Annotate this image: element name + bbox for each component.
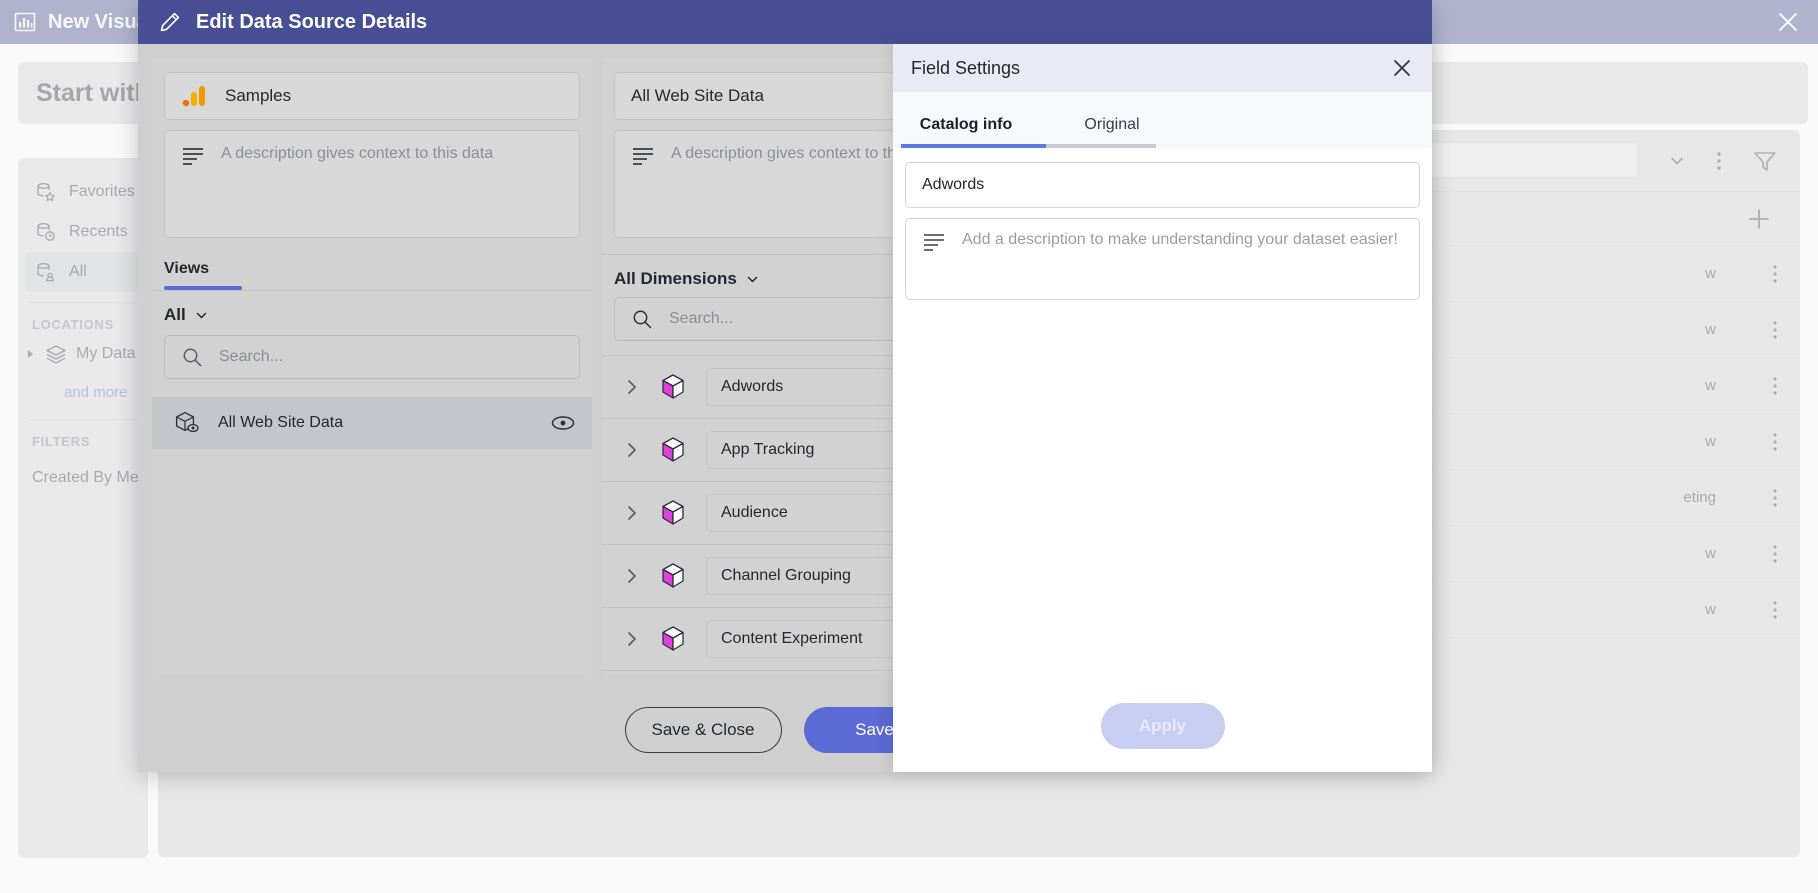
chevron-down-icon [745, 272, 760, 287]
field-settings-body: Adwords Add a description to make unders… [893, 148, 1432, 680]
source-description-placeholder: A description gives context to this data [221, 145, 494, 162]
save-and-close-button[interactable]: Save & Close [624, 707, 782, 753]
search-icon [181, 346, 203, 368]
dimensions-search-placeholder: Search... [669, 310, 734, 327]
modal-header: Edit Data Source Details [138, 0, 1432, 44]
cube-icon [660, 625, 686, 653]
source-name-card[interactable]: Samples [164, 72, 580, 120]
cube-icon [660, 373, 686, 401]
chevron-right-icon[interactable] [624, 630, 640, 648]
views-filter-dropdown[interactable]: All [152, 291, 592, 335]
list-item[interactable]: All Web Site Data [152, 397, 592, 449]
chevron-right-icon[interactable] [624, 378, 640, 396]
field-settings-header: Field Settings [893, 44, 1432, 92]
views-search-input[interactable]: Search... [164, 335, 580, 379]
apply-button[interactable]: Apply [1100, 703, 1225, 749]
source-name: Samples [225, 86, 292, 105]
source-description-field[interactable]: A description gives context to this data [164, 130, 580, 238]
chevron-right-icon[interactable] [624, 504, 640, 522]
description-lines-icon [631, 145, 655, 167]
field-settings-title: Field Settings [911, 57, 1021, 78]
description-lines-icon [922, 231, 946, 253]
field-description-placeholder: Add a description to make understanding … [962, 231, 1398, 248]
field-settings-footer: Apply [893, 680, 1432, 772]
field-settings-panel: Field Settings Catalog info Original Adw… [893, 44, 1432, 772]
modal-title: Edit Data Source Details [196, 10, 428, 33]
dimensions-label: All Dimensions [614, 269, 737, 288]
views-tab[interactable]: Views [152, 260, 592, 290]
field-name-input[interactable]: Adwords [905, 162, 1420, 208]
field-name-value: Adwords [922, 176, 985, 193]
source-panel: Samples A description gives context to t… [152, 58, 592, 674]
view-name: All Web Site Data [218, 414, 344, 431]
pencil-icon [158, 10, 182, 34]
chevron-right-icon[interactable] [624, 567, 640, 585]
views-search-placeholder: Search... [219, 348, 284, 365]
tab-underline-active [901, 144, 1046, 148]
chevron-down-icon [194, 308, 209, 323]
view-description-placeholder: A description gives context to this [671, 145, 908, 162]
field-settings-tabs: Catalog info Original [893, 92, 1432, 148]
views-tab-label: Views [164, 260, 210, 277]
eye-icon[interactable] [550, 413, 576, 433]
field-description-input[interactable]: Add a description to make understanding … [905, 218, 1420, 300]
description-lines-icon [181, 145, 205, 167]
cube-icon [660, 499, 686, 527]
search-icon [631, 308, 653, 330]
cube-icon [660, 436, 686, 464]
cube-icon [660, 562, 686, 590]
close-icon[interactable] [1390, 56, 1414, 80]
views-list: All Web Site Data [152, 397, 592, 449]
views-filter-label: All [164, 305, 186, 324]
screen: New Visual Start with a [0, 0, 1818, 893]
view-name-value: All Web Site Data [631, 86, 764, 105]
cube-eye-icon [174, 410, 202, 436]
google-analytics-icon [181, 83, 207, 109]
chevron-right-icon[interactable] [624, 441, 640, 459]
